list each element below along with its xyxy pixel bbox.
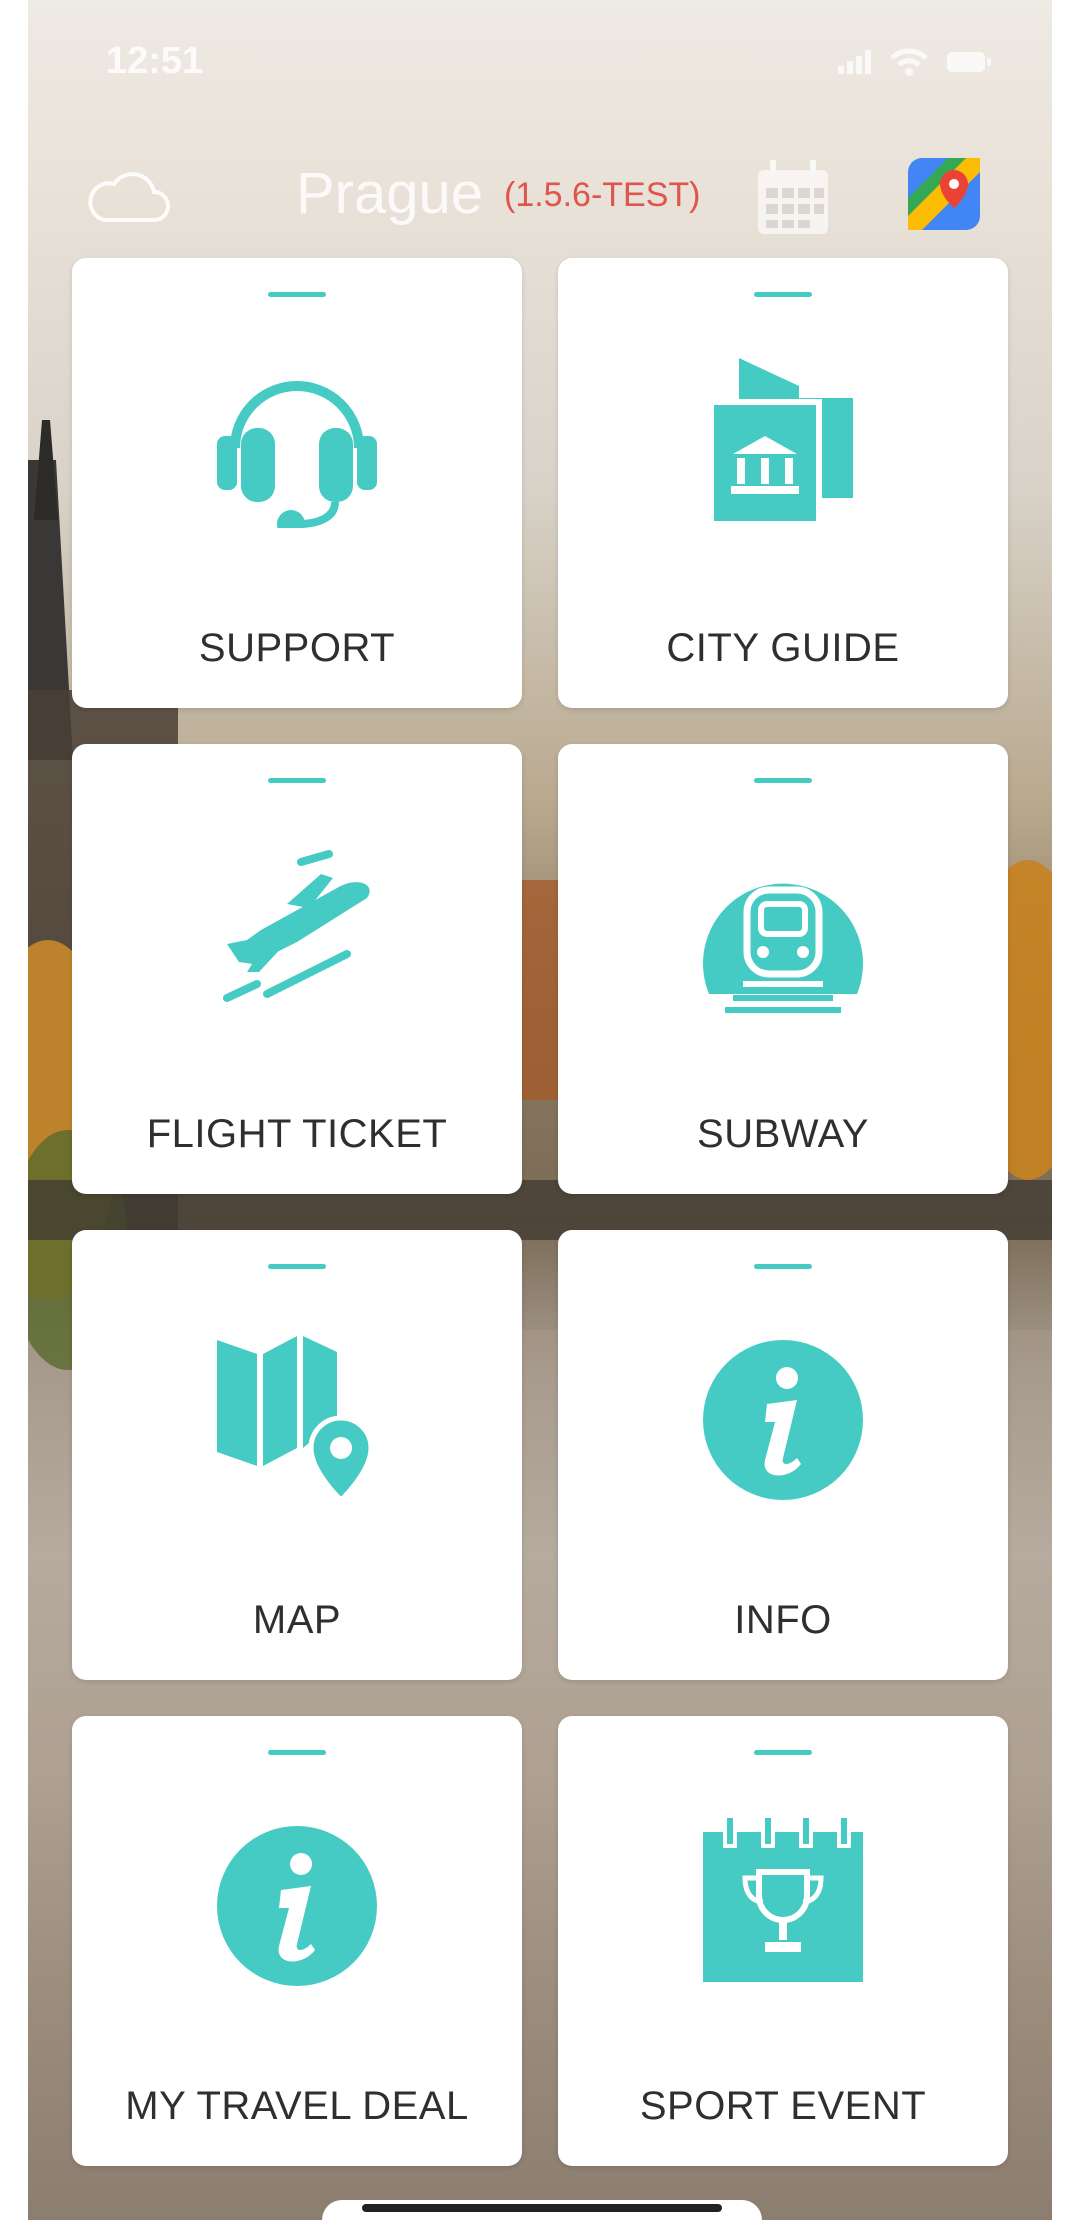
city-guide-icon <box>708 358 853 527</box>
wifi-icon <box>890 48 928 76</box>
city-title: Prague <box>296 161 484 226</box>
tile-label: CITY GUIDE <box>666 626 900 670</box>
tile-dash <box>268 292 326 297</box>
headset-icon <box>217 381 377 528</box>
header-bar: Prague (1.5.6-TEST) <box>28 150 1052 240</box>
train-icon <box>703 883 863 1013</box>
info-icon <box>703 1340 863 1500</box>
tile-support[interactable]: SUPPORT <box>72 258 522 708</box>
tile-subway[interactable]: SUBWAY <box>558 744 1008 1194</box>
tile-dash <box>754 778 812 783</box>
tile-label: FLIGHT TICKET <box>146 1112 448 1156</box>
tile-label: SPORT EVENT <box>639 2084 927 2128</box>
tile-dash <box>754 292 812 297</box>
app-screen: 12:51 Prague (1.5.6-TEST) SUPPORT CITY G… <box>28 0 1052 2220</box>
tile-dash <box>754 1750 812 1755</box>
home-indicator-bar[interactable] <box>362 2204 722 2212</box>
status-bar: 12:51 <box>28 0 1052 110</box>
battery-icon <box>947 52 991 72</box>
tile-dash <box>268 1264 326 1269</box>
tile-info[interactable]: INFO <box>558 1230 1008 1680</box>
tile-my-travel-deal[interactable]: MY TRAVEL DEAL <box>72 1716 522 2166</box>
tile-label: INFO <box>734 1598 832 1642</box>
trophy-calendar-icon <box>703 1816 863 1982</box>
version-label: (1.5.6-TEST) <box>504 176 701 214</box>
tile-label: MAP <box>252 1598 342 1642</box>
tile-dash <box>754 1264 812 1269</box>
cloud-icon[interactable] <box>84 168 170 224</box>
home-indicator[interactable] <box>322 2200 762 2220</box>
tile-label: SUBWAY <box>697 1112 869 1156</box>
tile-sport-event[interactable]: SPORT EVENT <box>558 1716 1008 2166</box>
calendar-icon[interactable] <box>756 158 830 238</box>
google-maps-icon[interactable] <box>908 158 980 230</box>
status-icons <box>838 48 992 76</box>
tile-map[interactable]: MAP <box>72 1230 522 1680</box>
airplane-icon <box>223 850 370 1002</box>
signal-icon <box>838 50 871 74</box>
tile-city-guide[interactable]: CITY GUIDE <box>558 258 1008 708</box>
tile-label: MY TRAVEL DEAL <box>125 2084 469 2128</box>
map-pin-icon <box>217 1336 374 1500</box>
tile-dash <box>268 1750 326 1755</box>
status-time: 12:51 <box>106 40 204 82</box>
tile-flight-ticket[interactable]: FLIGHT TICKET <box>72 744 522 1194</box>
tile-label: SUPPORT <box>198 626 396 670</box>
info-icon <box>217 1826 377 1986</box>
tile-dash <box>268 778 326 783</box>
